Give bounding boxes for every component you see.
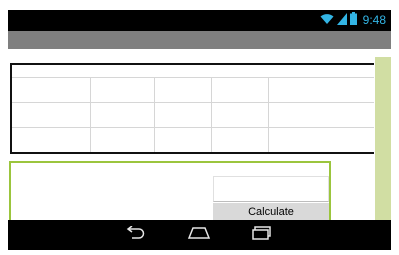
calculator-form: Calculate [9,161,331,222]
recents-button[interactable] [245,225,279,245]
side-panel [375,57,391,220]
battery-icon [349,11,357,30]
number-input[interactable] [213,176,329,202]
back-button[interactable] [118,224,152,245]
table-row-divider [12,127,374,128]
status-bar: 9:48 [8,10,391,31]
wifi-icon [320,12,334,30]
phone-screen: 9:48 Calculate [8,10,391,250]
status-icons: 9:48 [320,11,386,30]
title-bar [8,31,391,49]
table-column-divider [268,77,269,152]
home-icon [187,226,211,245]
navigation-bar [8,220,391,250]
app-content: Calculate [8,49,391,222]
signal-icon [336,12,347,30]
table-row-divider [12,77,374,78]
status-time: 9:48 [362,13,386,27]
table-column-divider [154,77,155,152]
data-table [10,63,374,154]
back-icon [124,224,146,245]
table-column-divider [211,77,212,152]
calculate-button[interactable]: Calculate [213,203,329,221]
table-row-divider [12,102,374,103]
table-column-divider [90,77,91,152]
home-button[interactable] [182,225,216,245]
recents-icon [251,225,273,245]
